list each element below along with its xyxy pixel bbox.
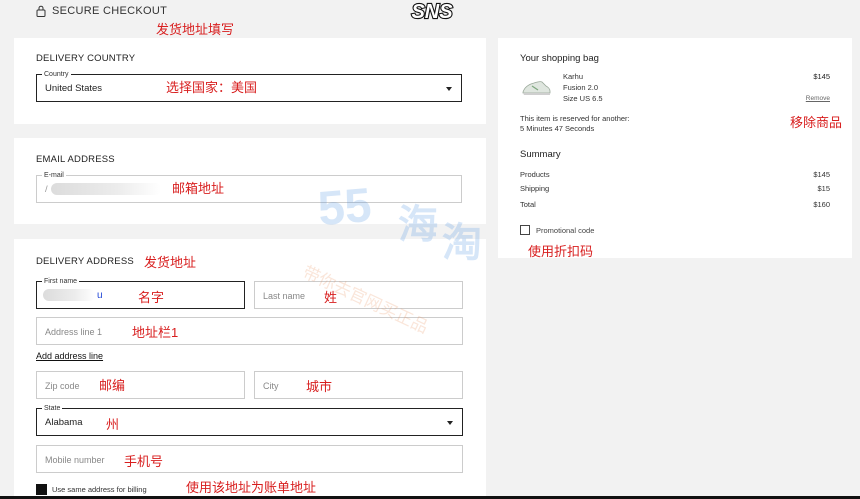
summary-row: Products $145 (520, 170, 830, 179)
add-address-line-link[interactable]: Add address line (36, 351, 103, 361)
last-name-annotation: 姓 (324, 290, 338, 305)
email-field[interactable]: E-mail / (36, 171, 462, 203)
summary-row: Shipping $15 (520, 184, 830, 193)
summary-label: Shipping (520, 184, 550, 193)
email-panel: EMAIL ADDRESS E-mail / 邮箱地址 (14, 138, 486, 224)
zip-code-field[interactable]: Zip code (36, 371, 245, 399)
product-name: Fusion 2.0 (563, 83, 599, 92)
summary-label: Products (520, 170, 550, 179)
secure-checkout: SECURE CHECKOUT (36, 5, 167, 17)
zip-code-placeholder: Zip code (45, 381, 80, 391)
mobile-number-field[interactable]: Mobile number (36, 445, 463, 473)
last-name-field[interactable]: Last name (254, 281, 463, 309)
product-brand: Karhu (563, 72, 584, 81)
secure-checkout-label: SECURE CHECKOUT (52, 5, 168, 17)
delivery-country-title: DELIVERY COUNTRY (36, 53, 136, 64)
promo-code-label: Promotional code (536, 226, 595, 235)
header-annotation: 发货地址填写 (156, 22, 235, 37)
sneaker-thumbnail (520, 74, 552, 100)
email-field-label: E-mail (42, 171, 66, 180)
summary-label: Total (520, 200, 536, 209)
top-bar: SECURE CHECKOUT SNS 发货地址填写 (0, 0, 860, 37)
reserved-timer: 5 Minutes 47 Seconds (520, 124, 595, 133)
state-value: Alabama (45, 417, 83, 428)
same-billing-annotation: 使用该地址为账单地址 (186, 480, 317, 495)
promo-code-checkbox[interactable] (520, 225, 530, 235)
product-size: Size US 6.5 (563, 94, 603, 103)
summary-row: Total $160 (520, 200, 830, 209)
email-title: EMAIL ADDRESS (36, 154, 115, 165)
delivery-country-panel: DELIVERY COUNTRY Country United States 选… (14, 38, 486, 124)
country-field-label: Country (42, 70, 71, 79)
state-label: State (42, 404, 63, 413)
mobile-annotation: 手机号 (124, 454, 164, 469)
country-value: United States (45, 83, 103, 94)
chevron-down-icon (447, 421, 453, 425)
reserved-notice: This item is reserved for another: (520, 114, 630, 123)
address-line-1-field[interactable]: Address line 1 (36, 317, 463, 345)
shopping-bag-panel: Your shopping bag Karhu Fusion 2.0 Size … (498, 38, 852, 259)
remove-annotation: 移除商品 (790, 115, 843, 130)
redacted-first-name (43, 289, 95, 301)
email-annotation: 邮箱地址 (172, 181, 225, 196)
mobile-number-placeholder: Mobile number (45, 455, 105, 465)
first-name-label: First name (42, 277, 80, 286)
zip-annotation: 邮编 (99, 378, 126, 393)
address-line-1-placeholder: Address line 1 (45, 327, 103, 337)
first-name-annotation: 名字 (138, 290, 165, 305)
state-select[interactable]: State Alabama (36, 404, 463, 436)
city-placeholder: City (263, 381, 279, 391)
city-annotation: 城市 (306, 379, 333, 394)
city-field[interactable]: City (254, 371, 463, 399)
product-price: $145 (813, 72, 830, 81)
summary-title: Summary (520, 149, 561, 160)
delivery-address-annotation: 发货地址 (144, 255, 197, 270)
lock-icon (36, 5, 46, 17)
same-billing-checkbox[interactable] (36, 484, 47, 495)
email-value-prefix: / (45, 184, 48, 195)
address-line-annotation: 地址栏1 (132, 325, 179, 340)
promo-annotation: 使用折扣码 (528, 244, 594, 259)
delivery-address-title: DELIVERY ADDRESS (36, 256, 134, 267)
last-name-placeholder: Last name (263, 291, 306, 301)
summary-value: $15 (817, 184, 830, 193)
svg-text:SNS: SNS (411, 1, 453, 23)
delivery-address-panel: DELIVERY ADDRESS 发货地址 First name u 名字 La… (14, 239, 486, 499)
first-name-value: u (97, 290, 103, 301)
summary-value: $160 (813, 200, 830, 209)
bag-title: Your shopping bag (520, 53, 599, 64)
chevron-down-icon (446, 87, 452, 91)
summary-value: $145 (813, 170, 830, 179)
country-annotation: 选择国家：美国 (166, 80, 258, 95)
remove-button[interactable]: Remove (806, 95, 830, 102)
state-annotation: 州 (106, 417, 120, 432)
sns-logo[interactable]: SNS (408, 1, 456, 23)
same-billing-label: Use same address for billing (52, 485, 147, 494)
redacted-email (51, 183, 161, 195)
